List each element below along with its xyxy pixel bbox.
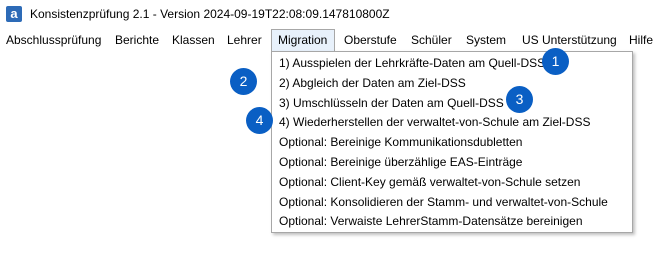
menu-schueler[interactable]: Schüler [405,29,458,51]
step-badge-1: 1 [543,49,568,74]
menu-bar: Abschlussprüfung Berichte Klassen Lehrer… [0,29,671,52]
menu-us-unterstuetzung[interactable]: US Unterstützung [516,29,623,51]
menu-item-wiederherstellen-verwaltet[interactable]: 4) Wiederherstellen der verwaltet-von-Sc… [279,112,590,132]
menu-berichte[interactable]: Berichte [109,29,165,51]
menu-item-bereinige-eas[interactable]: Optional: Bereinige überzählige EAS-Eint… [279,152,522,172]
step-badge-2: 2 [231,69,256,94]
title-bar: a Konsistenzprüfung 2.1 - Version 2024-0… [0,0,671,28]
menu-migration[interactable]: Migration [271,29,335,51]
app-icon: a [6,6,22,22]
menu-item-ausspielen-lehrkraefte[interactable]: 1) Ausspielen der Lehrkräfte-Daten am Qu… [279,53,545,73]
window-title: Konsistenzprüfung 2.1 - Version 2024-09-… [30,7,390,21]
menu-item-verwaiste-lehrerstamm[interactable]: Optional: Verwaiste LehrerStamm-Datensät… [279,211,583,231]
menu-item-abgleich-daten[interactable]: 2) Abgleich der Daten am Ziel-DSS [279,73,466,93]
step-badge-4: 4 [247,108,272,133]
menu-lehrer[interactable]: Lehrer [221,29,268,51]
migration-dropdown-menu: 1) Ausspielen der Lehrkräfte-Daten am Qu… [271,51,633,233]
menu-abschlusspruefung[interactable]: Abschlussprüfung [0,29,107,51]
step-badge-3: 3 [507,87,532,112]
menu-item-konsolidieren[interactable]: Optional: Konsolidieren der Stamm- und v… [279,192,608,212]
menu-oberstufe[interactable]: Oberstufe [338,29,403,51]
menu-hilfe[interactable]: Hilfe [623,29,659,51]
menu-item-bereinige-kommunikation[interactable]: Optional: Bereinige Kommunikationsdublet… [279,132,522,152]
menu-system[interactable]: System [460,29,512,51]
menu-klassen[interactable]: Klassen [166,29,221,51]
menu-item-client-key[interactable]: Optional: Client-Key gemäß verwaltet-von… [279,172,580,192]
menu-item-umschluesseln-daten[interactable]: 3) Umschlüsseln der Daten am Quell-DSS [279,93,504,113]
